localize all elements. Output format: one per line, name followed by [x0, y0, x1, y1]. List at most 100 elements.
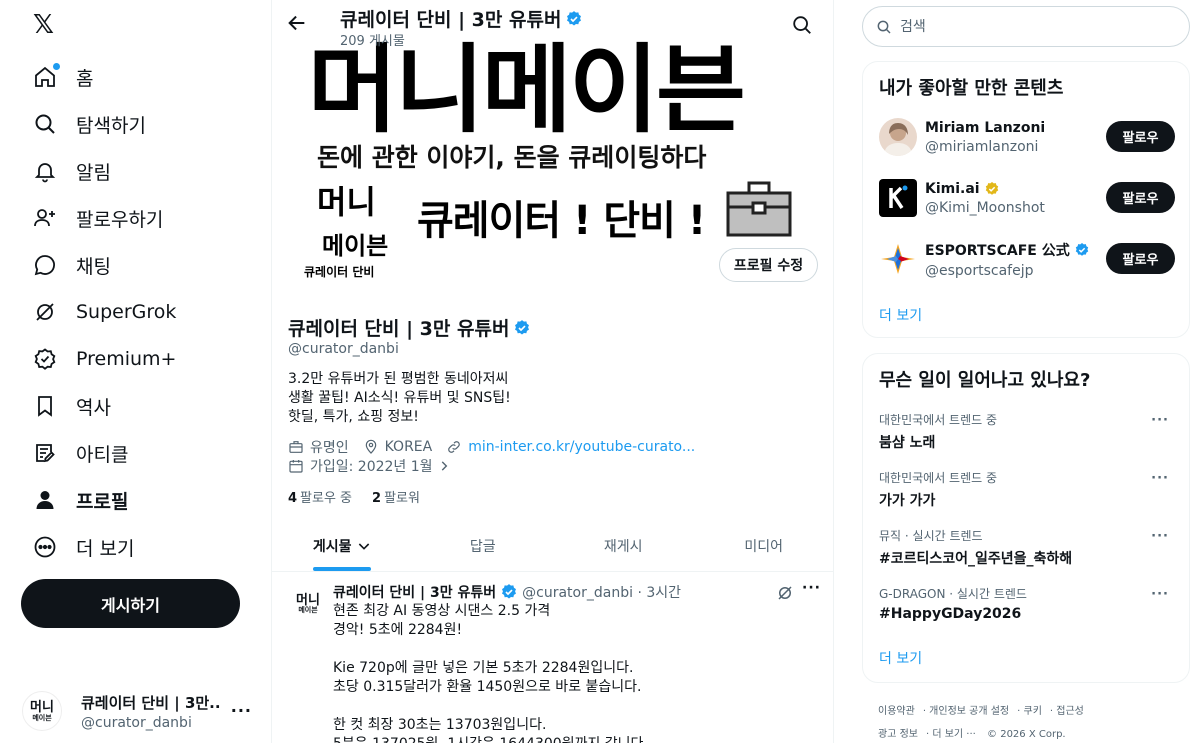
post-avatar[interactable]: 머니 메이븐: [288, 584, 328, 624]
profile-location: KOREA: [384, 439, 433, 455]
trend-item[interactable]: G-DRAGON · 실시간 트렌드 #HappyGDay2026 ···: [879, 585, 1175, 629]
profile-meta: 유명인 KOREA min-inter.co.kr/youtube-curato…: [288, 437, 695, 457]
nav-home[interactable]: 홈: [22, 55, 262, 99]
trend-topic: #HappyGDay2026: [879, 606, 1022, 622]
nav-chat[interactable]: 채팅: [22, 243, 262, 287]
trend-topic: #코르티스코어_일주년을_축하해: [879, 551, 1073, 567]
footer-link[interactable]: 광고 정보: [878, 729, 918, 740]
follow-button[interactable]: 팔로우: [1106, 243, 1175, 274]
chevron-down-icon: [358, 542, 369, 550]
trend-context: 뮤직 · 실시간 트렌드: [879, 529, 983, 543]
nav-notifications[interactable]: 알림: [22, 149, 262, 193]
more-dots-icon[interactable]: ···: [1151, 471, 1169, 486]
trend-item[interactable]: 대한민국에서 트렌드 중 붐샴 노래 ···: [879, 411, 1175, 455]
footer-link[interactable]: 개인정보 공개 설정: [929, 706, 1009, 717]
post-handle-time: @curator_danbi · 3시간: [522, 585, 682, 601]
footer-link[interactable]: 이용약관: [878, 706, 915, 717]
show-more-link[interactable]: 더 보기: [879, 648, 922, 668]
post-header: 큐레이터 단비 | 3만 유튜버 @curator_danbi · 3시간: [333, 582, 681, 602]
nav-premium[interactable]: Premium+: [22, 337, 262, 381]
search-icon[interactable]: [791, 14, 813, 36]
followers-count: 2: [372, 491, 382, 506]
search-box[interactable]: [862, 6, 1190, 47]
edit-profile-button[interactable]: 프로필 수정: [719, 248, 818, 282]
bio-line: 생활 꿀팁! AI소식! 유튜버 및 SNS팁!: [288, 390, 511, 406]
following-count: 4: [288, 491, 298, 506]
following-label: 팔로우 중: [300, 491, 353, 506]
following-link[interactable]: 4 팔로우 중: [288, 487, 352, 506]
nav-bookmarks[interactable]: 역사: [22, 384, 262, 428]
notification-dot: [53, 63, 60, 70]
more-dots-icon[interactable]: ···: [1151, 529, 1169, 544]
follow-button[interactable]: 팔로우: [1106, 121, 1175, 152]
post-author-name[interactable]: 큐레이터 단비 | 3만 유튜버: [333, 582, 496, 602]
nav-label: Premium+: [76, 348, 177, 370]
bell-icon: [32, 158, 58, 184]
verified-badge-icon: [515, 319, 530, 335]
nav-supergrok[interactable]: SuperGrok: [22, 290, 262, 334]
tab-media[interactable]: 미디어: [694, 520, 834, 571]
profile-bio: 3.2만 유튜버가 된 평범한 동네아저씨 생활 꿀팁! AI소식! 유튜버 및…: [288, 370, 511, 427]
account-name: 큐레이터 단비 | 3만...: [81, 693, 221, 712]
x-logo-icon[interactable]: 𝕏: [33, 12, 59, 38]
user-name: Miriam Lanzoni: [925, 119, 1046, 136]
search-icon: [877, 20, 891, 34]
profile-handle: @curator_danbi: [288, 341, 399, 357]
follow-stats: 4 팔로우 중 2 팔로워: [288, 487, 420, 506]
tab-posts[interactable]: 게시물: [272, 520, 413, 571]
follow-button[interactable]: 팔로우: [1106, 182, 1175, 213]
search-input[interactable]: [900, 18, 1170, 35]
banner-slogan: 큐레이터 ! 단비 !: [417, 198, 706, 244]
post-item[interactable]: 머니 메이븐 큐레이터 단비 | 3만 유튜버 @curator_danbi ·…: [272, 572, 833, 743]
page-title: 큐레이터 단비 | 3만 유튜버: [340, 9, 562, 31]
more-dots-icon[interactable]: ···: [1151, 413, 1169, 428]
nav-label: 팔로우하기: [76, 208, 164, 231]
verified-badge-icon: [567, 10, 582, 26]
back-arrow-icon[interactable]: [286, 12, 308, 34]
nav-profile[interactable]: 프로필: [22, 478, 262, 522]
nav-articles[interactable]: 아티클: [22, 431, 262, 475]
tab-replies[interactable]: 답글: [413, 520, 554, 571]
posts-count: 209 게시물: [340, 34, 405, 49]
nav-label: 역사: [76, 396, 111, 419]
grok-icon[interactable]: [776, 584, 794, 602]
user-handle: @Kimi_Moonshot: [925, 199, 1045, 216]
profile-icon: [32, 487, 58, 513]
suggested-user[interactable]: Miriam Lanzoni @miriamlanzoni 팔로우: [879, 117, 1175, 157]
banner-subtitle: 돈에 관한 이야기, 돈을 큐레이팅하다: [317, 143, 707, 172]
briefcase-icon: [726, 181, 792, 237]
search-icon: [32, 111, 58, 137]
trend-item[interactable]: 뮤직 · 실시간 트렌드 #코르티스코어_일주년을_축하해 ···: [879, 527, 1175, 571]
avatar-text: 머니: [30, 699, 54, 715]
premium-icon: [32, 346, 58, 372]
who-to-follow-card: 내가 좋아할 만한 콘텐츠 Miriam Lanzoni @miriamlanz…: [862, 61, 1190, 338]
footer-link[interactable]: 접근성: [1056, 706, 1084, 717]
profile-website-link[interactable]: min-inter.co.kr/youtube-curato...: [468, 439, 695, 455]
footer-link[interactable]: 더 보기 ···: [932, 729, 976, 740]
suggested-user[interactable]: Kimi.ai @Kimi_Moonshot 팔로우: [879, 178, 1175, 218]
nav-follow[interactable]: 팔로우하기: [22, 196, 262, 240]
trend-item[interactable]: 대한민국에서 트렌드 중 가가 가가 ···: [879, 469, 1175, 513]
trend-topic: 붐샴 노래: [879, 435, 936, 451]
post-button[interactable]: 게시하기: [21, 579, 240, 628]
more-dots-icon[interactable]: ···: [802, 580, 821, 596]
account-switcher[interactable]: 머니 메이븐 큐레이터 단비 | 3만... @curator_danbi ··…: [22, 683, 262, 739]
suggested-user[interactable]: ESPORTSCAFE 公式 @esportscafejp 팔로우: [879, 239, 1175, 279]
more-dots-icon[interactable]: ···: [231, 701, 252, 720]
footer-link[interactable]: 쿠키: [1024, 706, 1042, 717]
show-more-link[interactable]: 더 보기: [879, 305, 922, 325]
tab-label: 게시물: [312, 538, 352, 555]
more-dots-icon[interactable]: ···: [1151, 587, 1169, 602]
nav-label: 알림: [76, 161, 111, 184]
tab-reposts[interactable]: 재게시: [553, 520, 694, 571]
verified-badge-icon: [502, 584, 517, 599]
chevron-right-icon[interactable]: [437, 459, 451, 473]
bio-line: 3.2만 유튜버가 된 평범한 동네아저씨: [288, 371, 509, 387]
trends-card: 무슨 일이 일어나고 있나요? 대한민국에서 트렌드 중 붐샴 노래 ··· 대…: [862, 353, 1190, 683]
avatar: [879, 118, 917, 156]
post-text: 현존 최강 AI 동영상 시댄스 2.5 가격 경악! 5초에 2284원! K…: [333, 603, 648, 743]
followers-link[interactable]: 2 팔로워: [372, 487, 420, 506]
banner-logo-line: 메이븐: [322, 232, 389, 260]
nav-more[interactable]: 더 보기: [22, 525, 262, 569]
nav-explore[interactable]: 탐색하기: [22, 102, 262, 146]
